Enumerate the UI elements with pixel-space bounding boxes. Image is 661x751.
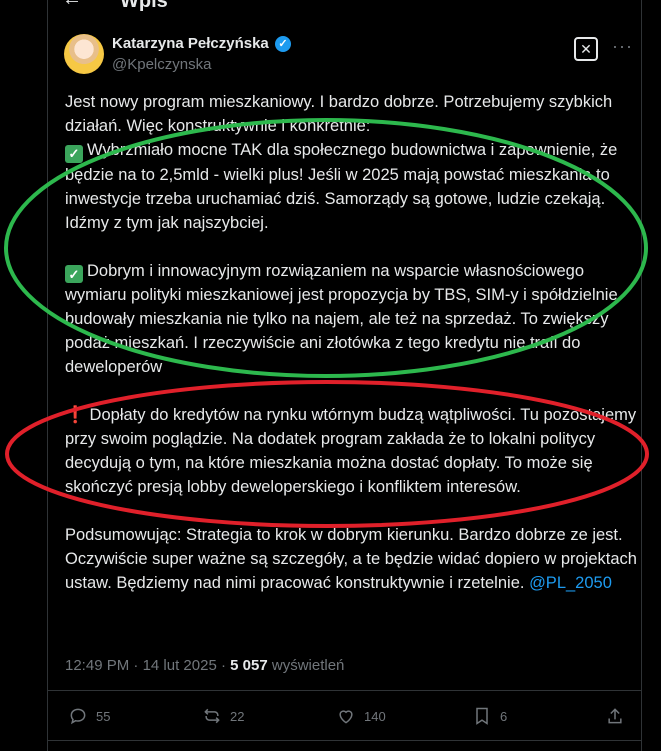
tweet-paragraph-2: ✓ Dobrym i innowacyjnym rozwiązaniem na w… bbox=[65, 259, 640, 380]
tweet-paragraph-4: Podsumowując: Strategia to krok w dobrym… bbox=[65, 523, 640, 595]
repost-count: 22 bbox=[230, 708, 245, 724]
check-mark-icon: ✓ bbox=[65, 265, 83, 283]
share-button[interactable] bbox=[605, 706, 633, 726]
view-count: 5 057 bbox=[230, 657, 268, 674]
avatar[interactable] bbox=[64, 34, 104, 74]
verified-badge-icon[interactable]: ✓ bbox=[275, 36, 291, 52]
bottom-divider bbox=[48, 740, 641, 741]
page-title: Wpis bbox=[120, 0, 168, 12]
more-icon[interactable]: ··· bbox=[612, 36, 633, 57]
action-bar-divider bbox=[48, 690, 641, 691]
tweet-item-1: Wybrzmiało mocne TAK dla społecznego bud… bbox=[65, 141, 618, 232]
grok-icon[interactable]: ✕ bbox=[574, 37, 598, 61]
reply-button[interactable]: 55 bbox=[68, 706, 110, 726]
reply-icon bbox=[70, 708, 86, 725]
repost-icon bbox=[204, 708, 220, 724]
tweet-text: Jest nowy program mieszkaniowy. I bardzo… bbox=[65, 90, 640, 595]
bookmark-count: 6 bbox=[500, 708, 508, 724]
repost-button[interactable]: 22 bbox=[202, 706, 244, 726]
author-handle[interactable]: @Kpelczynska bbox=[112, 56, 211, 73]
bookmark-icon bbox=[476, 707, 488, 725]
tweet-item-2: Dobrym i innowacyjnym rozwiązaniem na ws… bbox=[65, 261, 618, 377]
meta-separator: · bbox=[220, 657, 226, 674]
meta-separator: · bbox=[133, 657, 139, 674]
exclamation-icon: ❗ bbox=[65, 406, 86, 424]
like-icon bbox=[339, 710, 353, 724]
bookmark-button[interactable]: 6 bbox=[472, 706, 507, 726]
top-bar: ← Wpis bbox=[0, 0, 661, 12]
tweet-paragraph-1: Jest nowy program mieszkaniowy. I bardzo… bbox=[65, 90, 640, 235]
column-border-right bbox=[641, 0, 642, 751]
like-count: 140 bbox=[364, 708, 386, 724]
check-mark-icon: ✓ bbox=[65, 144, 83, 163]
column-border-left bbox=[47, 0, 48, 751]
tweet-time[interactable]: 12:49 PM bbox=[65, 657, 129, 674]
tweet-date[interactable]: 14 lut 2025 bbox=[143, 657, 217, 674]
share-icon bbox=[608, 708, 622, 724]
view-label: wyświetleń bbox=[271, 657, 345, 674]
tweet-intro: Jest nowy program mieszkaniowy. I bardzo… bbox=[65, 93, 613, 135]
tweet-item-3: Dopłaty do kredytów na rynku wtórnym bud… bbox=[65, 406, 637, 496]
tweet-paragraph-3: ❗ Dopłaty do kredytów na rynku wtórnym bu… bbox=[65, 403, 640, 499]
like-button[interactable]: 140 bbox=[336, 706, 386, 726]
author-name[interactable]: Katarzyna Pełczyńska bbox=[112, 35, 269, 52]
back-arrow-icon[interactable]: ← bbox=[62, 0, 82, 11]
mention-link[interactable]: @PL_2050 bbox=[529, 574, 612, 592]
reply-count: 55 bbox=[96, 708, 111, 724]
tweet-meta: 12:49 PM · 14 lut 2025 · 5 057 wyświetle… bbox=[65, 657, 344, 674]
